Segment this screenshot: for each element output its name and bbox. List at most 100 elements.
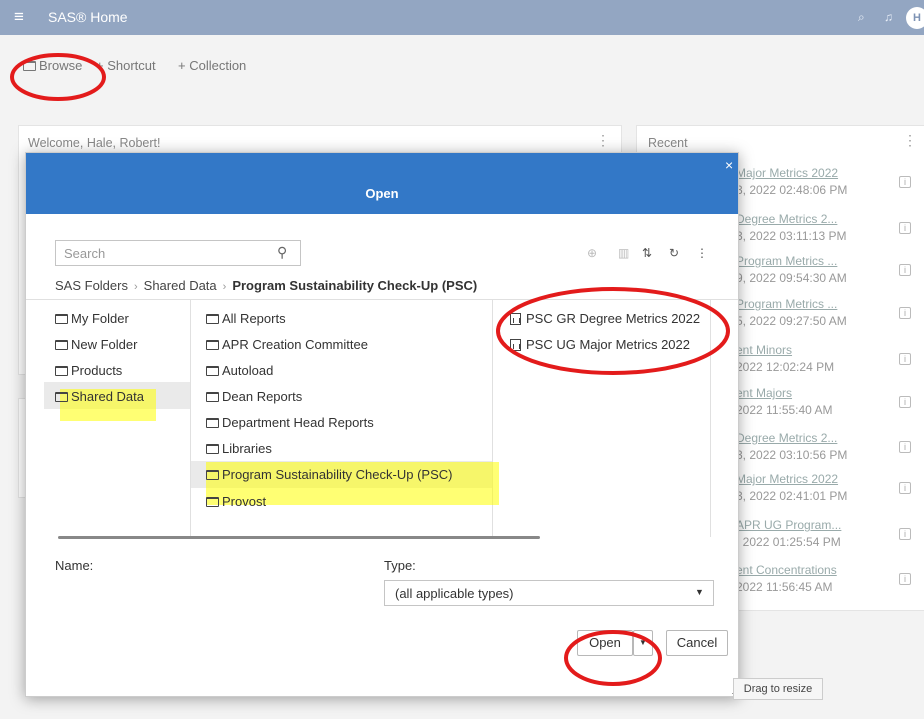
delete-icon[interactable]: ▥ (618, 246, 629, 260)
recent-item-link[interactable]: APR UG Program... (736, 518, 874, 532)
folder-icon (55, 392, 68, 402)
nav-item-my-folder[interactable]: My Folder (55, 311, 129, 326)
type-select-value: (all applicable types) (395, 586, 514, 601)
add-collection-button[interactable]: + Collection (178, 58, 246, 73)
column-divider (190, 299, 191, 537)
folder-icon (55, 366, 68, 376)
recent-item-date: 3, 2022 02:41:01 PM (736, 489, 848, 503)
cancel-button[interactable]: Cancel (666, 630, 728, 656)
info-icon[interactable]: i (899, 353, 911, 365)
dialog-header: Open × (26, 153, 738, 214)
folder-icon (206, 497, 219, 507)
recent-item-date: 3, 2022 03:10:56 PM (736, 448, 848, 462)
recent-item-link[interactable]: Program Metrics ... (736, 254, 874, 268)
dialog-title: Open (365, 186, 399, 201)
welcome-more-icon[interactable]: ⋮ (596, 132, 610, 149)
type-label: Type: (384, 558, 416, 573)
folder-item[interactable]: All Reports (206, 311, 286, 326)
column-divider (710, 299, 711, 537)
info-icon[interactable]: i (899, 573, 911, 585)
open-button[interactable]: Open (577, 630, 633, 656)
more-options-icon[interactable]: ⋮ (696, 246, 708, 260)
sort-icon[interactable]: ⇅ (642, 246, 652, 260)
recent-more-icon[interactable]: ⋮ (903, 132, 917, 149)
breadcrumb: SAS Folders › Shared Data › Program Sustaina… (55, 278, 477, 293)
info-icon[interactable]: i (899, 222, 911, 234)
report-icon (510, 339, 521, 351)
report-item[interactable]: PSC UG Major Metrics 2022 (510, 337, 690, 352)
folder-icon (206, 470, 219, 480)
breadcrumb-current: Program Sustainability Check-Up (PSC) (232, 278, 478, 293)
recent-item-date: 3, 2022 03:11:13 PM (736, 229, 847, 243)
search-input[interactable]: Search ⚲ (55, 240, 301, 266)
recent-item-link[interactable]: ent Majors (736, 386, 874, 400)
nav-item-shared-data[interactable]: Shared Data (55, 389, 144, 404)
chevron-down-icon: ▼ (639, 638, 647, 647)
report-item[interactable]: PSC GR Degree Metrics 2022 (510, 311, 700, 326)
folder-item[interactable]: Autoload (206, 363, 273, 378)
folder-icon (206, 340, 219, 350)
folder-icon (23, 61, 36, 71)
close-icon[interactable]: × (725, 157, 733, 173)
recent-item-date: 2022 11:56:45 AM (736, 580, 833, 594)
info-icon[interactable]: i (899, 176, 911, 188)
report-icon (510, 313, 521, 325)
folder-icon (206, 366, 219, 376)
open-dialog: Open × Search ⚲ ⊕ ▥ ⇅ ↻ ⋮ SAS Folders › Sh… (25, 152, 740, 697)
recent-item-date: 2022 12:02:24 PM (736, 360, 835, 374)
horizontal-scrollbar[interactable] (58, 536, 540, 539)
recent-item-date: 9, 2022 09:54:30 AM (736, 271, 847, 285)
nav-item-products[interactable]: Products (55, 363, 122, 378)
folder-item[interactable]: Department Head Reports (206, 415, 374, 430)
columns-top-border (26, 299, 738, 300)
info-icon[interactable]: i (899, 396, 911, 408)
chevron-down-icon: ▼ (695, 587, 704, 597)
recent-item-date: , 2022 01:25:54 PM (736, 535, 841, 549)
folder-item-psc[interactable]: Program Sustainability Check-Up (PSC) (206, 467, 452, 482)
recent-item-link[interactable]: Program Metrics ... (736, 297, 874, 311)
recent-item-link[interactable]: ent Minors (736, 343, 874, 357)
search-icon[interactable]: ⌕ (858, 10, 865, 25)
resize-tooltip: Drag to resize (733, 678, 823, 700)
recent-item-link[interactable]: ent Concentrations (736, 563, 874, 577)
recent-item-date: 2022 11:55:40 AM (736, 403, 833, 417)
hamburger-menu-icon[interactable]: ≡ (14, 8, 24, 25)
breadcrumb-item[interactable]: SAS Folders (55, 278, 128, 293)
app-title: SAS® Home (48, 9, 128, 25)
bell-icon[interactable]: ♫ (884, 10, 893, 24)
folder-icon (206, 444, 219, 454)
folder-icon (206, 418, 219, 428)
browse-button[interactable]: Browse (23, 58, 82, 73)
breadcrumb-item[interactable]: Shared Data (144, 278, 217, 293)
recent-item-link[interactable]: Degree Metrics 2... (736, 212, 874, 226)
name-label: Name: (55, 558, 94, 573)
new-folder-icon[interactable]: ⊕ (587, 246, 597, 260)
folder-item[interactable]: APR Creation Committee (206, 337, 368, 352)
folder-item[interactable]: Libraries (206, 441, 272, 456)
info-icon[interactable]: i (899, 307, 911, 319)
folder-icon (55, 314, 68, 324)
info-icon[interactable]: i (899, 482, 911, 494)
folder-icon (206, 392, 219, 402)
avatar[interactable]: H (906, 7, 924, 29)
recent-item-link[interactable]: Degree Metrics 2... (736, 431, 874, 445)
info-icon[interactable]: i (899, 441, 911, 453)
search-placeholder: Search (64, 246, 106, 261)
welcome-title: Welcome, Hale, Robert! (28, 136, 161, 150)
refresh-icon[interactable]: ↻ (669, 246, 679, 260)
folder-item[interactable]: Provost (206, 494, 266, 509)
open-options-dropdown[interactable]: ▼ (633, 630, 653, 656)
folder-icon (55, 340, 68, 350)
info-icon[interactable]: i (899, 528, 911, 540)
type-select[interactable]: (all applicable types) ▼ (384, 580, 714, 606)
folder-item[interactable]: Dean Reports (206, 389, 302, 404)
recent-item-link[interactable]: Major Metrics 2022 (736, 472, 874, 486)
recent-item-date: 3, 2022 02:48:06 PM (736, 183, 848, 197)
top-app-bar: ≡ SAS® Home ⌕ ♫ H (0, 0, 924, 35)
recent-item-link[interactable]: Major Metrics 2022 (736, 166, 874, 180)
add-shortcut-button[interactable]: + Shortcut (96, 58, 156, 73)
folder-icon (206, 314, 219, 324)
info-icon[interactable]: i (899, 264, 911, 276)
nav-item-new-folder[interactable]: New Folder (55, 337, 137, 352)
breadcrumb-separator-icon: › (222, 281, 227, 293)
